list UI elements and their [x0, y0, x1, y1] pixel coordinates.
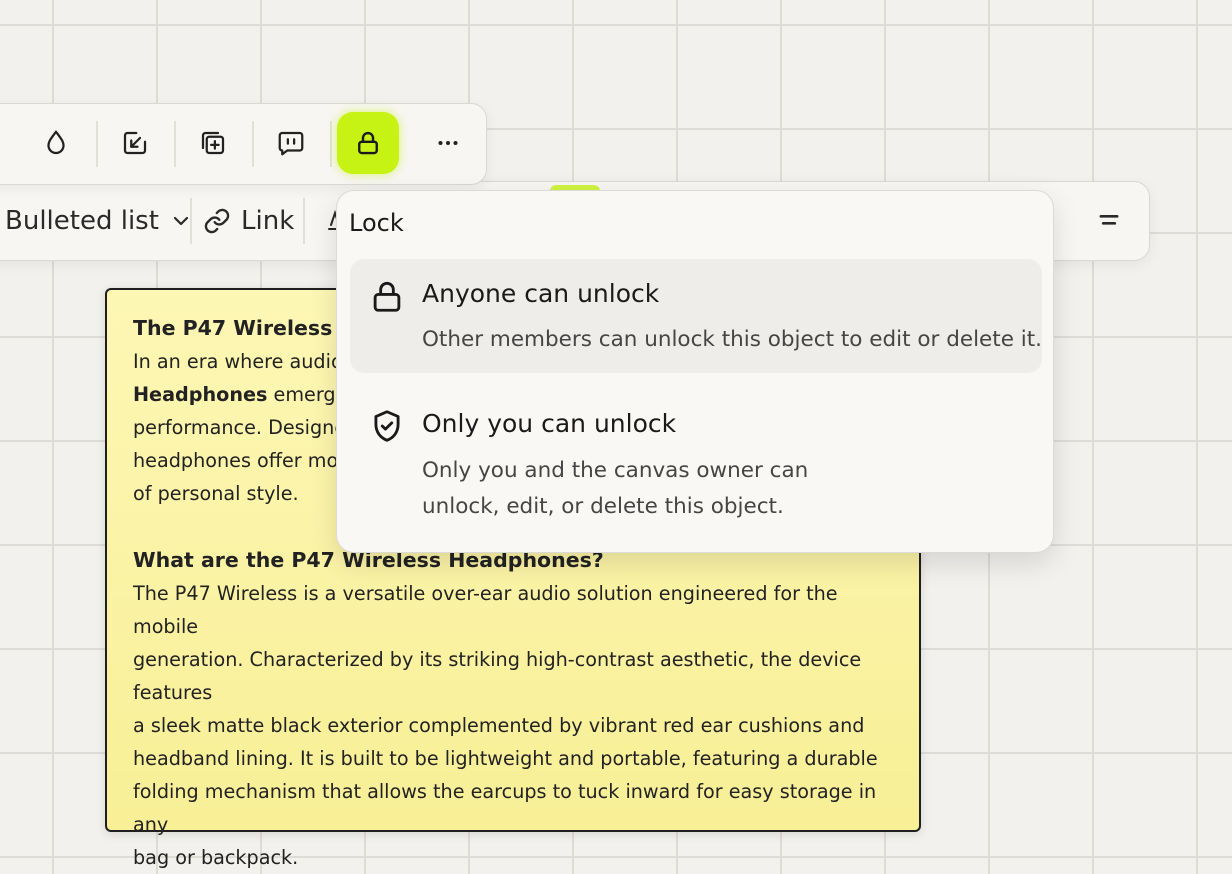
- link-label: Link: [241, 206, 295, 236]
- lock-icon: [373, 281, 401, 312]
- option-description-line: unlock, edit, or delete this object.: [422, 494, 784, 519]
- duplicate-button[interactable]: [182, 112, 244, 174]
- color-button[interactable]: [25, 112, 87, 174]
- lock-menu: Lock Anyone can unlock Other members can…: [336, 190, 1054, 553]
- lock-option-anyone[interactable]: Anyone can unlock Other members can unlo…: [350, 259, 1042, 373]
- align-icon: [1099, 215, 1119, 225]
- align-button[interactable]: [1095, 182, 1123, 260]
- external-link-icon: [123, 131, 147, 155]
- duplicate-icon: [201, 131, 225, 155]
- droplet-icon: [47, 130, 65, 155]
- shield-check-icon: [374, 410, 400, 442]
- list-style-label: Bulleted list: [5, 206, 159, 236]
- more-icon: [438, 141, 458, 145]
- export-button[interactable]: [104, 112, 166, 174]
- lock-icon: [358, 131, 378, 155]
- option-title: Only you can unlock: [422, 409, 677, 438]
- option-description: Other members can unlock this object to …: [422, 327, 1043, 352]
- note-line: folding mechanism that allows the earcup…: [133, 780, 877, 836]
- link-icon: [204, 208, 230, 234]
- note-line: a sleek matte black exterior complemente…: [133, 714, 865, 737]
- note-line: generation. Characterized by its strikin…: [133, 648, 862, 704]
- note-bold-text: Headphones: [133, 383, 268, 406]
- lock-option-only-you[interactable]: Only you can unlock Only you and the can…: [350, 389, 1042, 539]
- list-style-dropdown[interactable]: Bulleted list: [5, 182, 193, 260]
- note-line: bag or backpack.: [133, 846, 299, 869]
- object-toolbar: [0, 103, 487, 185]
- note-line: The P47 Wireless is a versatile over-ear…: [133, 582, 838, 638]
- note-line: headband lining. It is built to be light…: [133, 747, 878, 770]
- more-button[interactable]: [417, 112, 479, 174]
- comment-icon: [278, 131, 304, 156]
- link-button[interactable]: Link: [203, 182, 294, 260]
- lock-button[interactable]: [337, 112, 399, 174]
- lock-menu-title: Lock: [349, 209, 404, 237]
- comment-button[interactable]: [260, 112, 322, 174]
- option-title: Anyone can unlock: [422, 279, 660, 308]
- option-description-line: Only you and the canvas owner can: [422, 458, 809, 483]
